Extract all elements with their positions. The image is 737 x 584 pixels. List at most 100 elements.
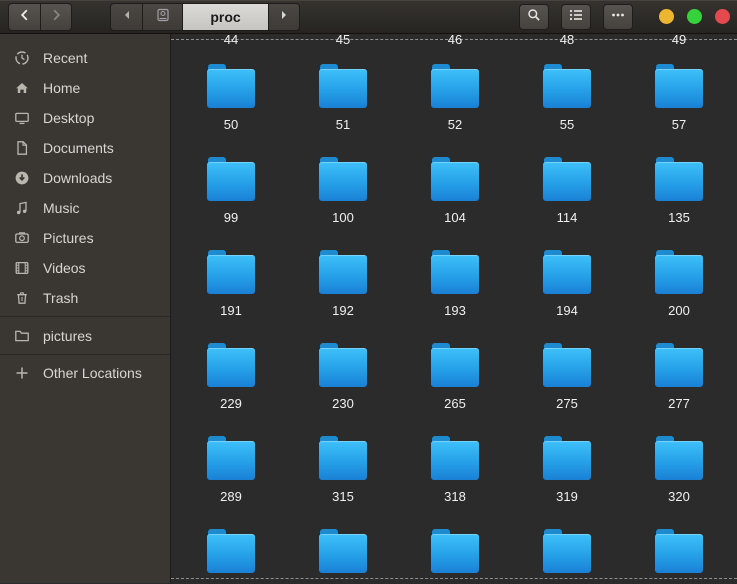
videos-icon [14,260,30,276]
folder-item[interactable]: 44 [175,34,287,48]
sidebar-item-desktop[interactable]: Desktop [0,103,170,133]
folder-icon [319,529,367,573]
folder-label: 48 [559,34,575,47]
folder-item[interactable]: 320 [623,436,735,505]
folder-item[interactable]: 319 [511,436,623,505]
folder-item[interactable]: 191 [175,250,287,319]
folder-item[interactable]: 45 [287,34,399,48]
sidebar-item-videos[interactable]: Videos [0,253,170,283]
folder-label: 100 [332,210,354,225]
folder-label: 194 [556,303,578,318]
sidebar-item-other-locations[interactable]: Other Locations [0,358,170,388]
search-button[interactable] [519,3,549,30]
folder-grid-row: 50 51 52 55 57 [175,64,735,133]
folder-item[interactable] [399,529,511,573]
folder-item[interactable]: 315 [287,436,399,505]
folder-icon [207,343,255,387]
folder-item[interactable]: 48 [511,34,623,48]
forward-button[interactable] [40,2,72,31]
music-icon [14,200,30,216]
folder-item[interactable] [511,529,623,573]
folder-grid-row: 229 230 265 275 277 [175,343,735,412]
path-current-button[interactable]: proc [182,2,268,31]
path-scroll-right-button[interactable] [268,2,300,31]
sidebar-item-pictures-bookmark[interactable]: pictures [0,321,170,351]
folder-label: 200 [668,303,690,318]
folder-item[interactable]: 277 [623,343,735,412]
folder-icon [543,250,591,294]
documents-icon [14,140,30,156]
folder-item[interactable]: 265 [399,343,511,412]
folder-item[interactable]: 193 [399,250,511,319]
folder-item[interactable]: 55 [511,64,623,133]
trash-icon [14,290,30,306]
folder-item[interactable]: 200 [623,250,735,319]
folder-icon [319,343,367,387]
sidebar-item-label: Downloads [43,170,113,186]
path-scroll-left-button[interactable] [110,2,142,31]
sidebar-separator [0,316,170,317]
folder-item[interactable]: 229 [175,343,287,412]
selection-dash-bottom [171,578,737,579]
view-list-button[interactable] [561,3,591,30]
maximize-button[interactable] [687,9,702,24]
folder-item[interactable]: 275 [511,343,623,412]
sidebar-item-label: Trash [43,290,79,306]
path-root-drive-button[interactable] [142,2,182,31]
folder-item[interactable]: 230 [287,343,399,412]
folder-icon [655,436,703,480]
sidebar-item-documents[interactable]: Documents [0,133,170,163]
plus-icon [14,365,30,381]
folder-item[interactable]: 135 [623,157,735,226]
file-grid[interactable]: 44 45 46 48 49 50 51 52 55 57 99 100 104 114 135 191 192… [171,34,737,583]
folder-label: 318 [444,489,466,504]
folder-grid-row: 99 100 104 114 135 [175,157,735,226]
folder-item[interactable] [175,529,287,573]
folder-label: 320 [668,489,690,504]
sidebar-item-recent[interactable]: Recent [0,43,170,73]
folder-item[interactable]: 192 [287,250,399,319]
sidebar: Recent Home Desktop Documents Downloads Music… [0,34,171,583]
history-nav [8,2,72,31]
folder-icon [655,64,703,108]
folder-item[interactable]: 57 [623,64,735,133]
sidebar-item-downloads[interactable]: Downloads [0,163,170,193]
folder-grid-row: 289 315 318 319 320 [175,436,735,505]
folder-icon [431,250,479,294]
folder-label: 229 [220,396,242,411]
close-button[interactable] [715,9,730,24]
sidebar-item-label: Desktop [43,110,95,126]
folder-item[interactable]: 100 [287,157,399,226]
folder-item[interactable]: 99 [175,157,287,226]
folder-icon [431,343,479,387]
sidebar-item-label: Videos [43,260,86,276]
sidebar-item-trash[interactable]: Trash [0,283,170,313]
back-button[interactable] [8,2,40,31]
folder-label: 265 [444,396,466,411]
folder-label: 51 [335,117,351,132]
folder-item[interactable]: 52 [399,64,511,133]
folder-item[interactable]: 289 [175,436,287,505]
menu-button[interactable] [603,3,633,30]
folder-item[interactable]: 46 [399,34,511,48]
sidebar-item-label: Other Locations [43,365,142,381]
folder-item[interactable]: 318 [399,436,511,505]
folder-item[interactable]: 49 [623,34,735,48]
sidebar-item-home[interactable]: Home [0,73,170,103]
folder-label: 315 [332,489,354,504]
sidebar-item-pictures[interactable]: Pictures [0,223,170,253]
minimize-button[interactable] [659,9,674,24]
folder-item[interactable] [623,529,735,573]
folder-item[interactable]: 50 [175,64,287,133]
folder-label: 49 [671,34,687,47]
folder-item[interactable] [287,529,399,573]
file-manager-window: proc Recent Home Desktop Documents Downl… [0,0,737,584]
folder-item[interactable]: 104 [399,157,511,226]
folder-item[interactable]: 114 [511,157,623,226]
folder-label: 191 [220,303,242,318]
folder-item[interactable]: 51 [287,64,399,133]
sidebar-item-music[interactable]: Music [0,193,170,223]
folder-item[interactable]: 194 [511,250,623,319]
folder-label: 289 [220,489,242,504]
folder-icon [207,157,255,201]
